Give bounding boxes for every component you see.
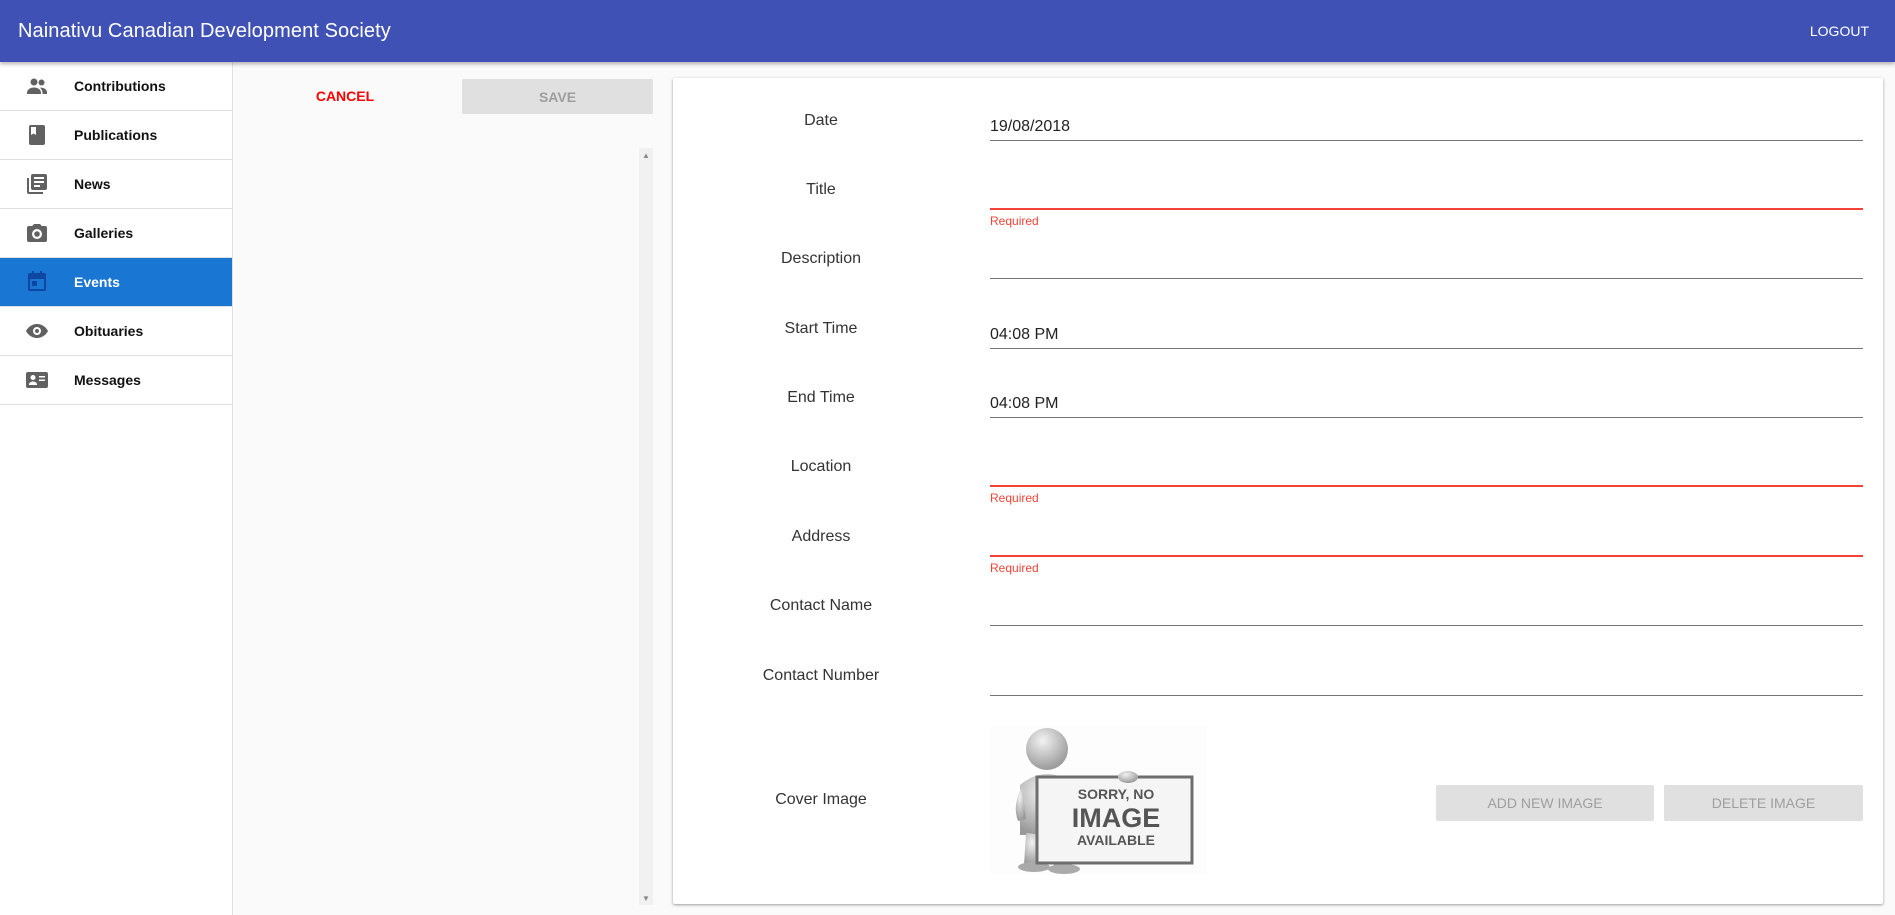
sidebar-item-label: Galleries [74,225,134,241]
scroll-down-arrow-icon[interactable]: ▼ [639,891,653,905]
sidebar-item-label: Events [74,274,120,290]
no-image-placeholder: SORRY, NO IMAGE AVAILABLE [990,725,1207,875]
description-row: Description [673,230,1883,290]
location-row: Location Required [673,438,1883,505]
contact-name-label: Contact Name [769,597,873,614]
camera-icon [0,221,74,245]
list-scrollbar[interactable]: ▲ ▼ [639,148,653,905]
scroll-up-arrow-icon[interactable]: ▲ [639,148,653,162]
sidebar-item-label: Contributions [74,78,166,94]
location-field[interactable] [990,453,1863,487]
location-label: Location [790,458,852,475]
event-form-card: Date Title Required Description Start Ti… [673,78,1883,904]
start-time-row: Start Time [673,300,1883,360]
contact-name-field[interactable] [990,592,1863,626]
cover-image-label: Cover Image [775,791,867,808]
location-error: Required [990,491,1039,505]
sidebar-item-label: News [74,176,111,192]
title-field[interactable] [990,176,1863,210]
address-label: Address [791,528,851,545]
contact-card-icon [0,368,74,392]
start-time-field[interactable] [990,315,1863,349]
start-time-label: Start Time [784,320,858,337]
title-row: Title Required [673,161,1883,228]
book-icon [0,123,74,147]
contact-number-label: Contact Number [762,667,880,684]
sidebar-item-messages[interactable]: Messages [0,356,232,405]
contact-number-row: Contact Number [673,647,1883,707]
title-error: Required [990,214,1039,228]
contact-name-row: Contact Name [673,577,1883,637]
no-image-line3: AVAILABLE [1077,832,1155,848]
contact-number-field[interactable] [990,662,1863,696]
description-field[interactable] [990,245,1863,279]
title-label: Title [806,181,836,198]
address-field[interactable] [990,523,1863,557]
end-time-field[interactable] [990,384,1863,418]
address-error: Required [990,561,1039,575]
description-label: Description [780,250,862,267]
eye-icon [0,319,74,343]
app-bar: Nainativu Canadian Development Society L… [0,0,1895,62]
logout-button[interactable]: LOGOUT [1802,15,1877,47]
sidebar: Contributions Publications News Gallerie… [0,62,233,915]
sidebar-item-galleries[interactable]: Galleries [0,209,232,258]
people-icon [0,74,74,98]
sidebar-item-label: Messages [74,372,141,388]
sidebar-item-contributions[interactable]: Contributions [0,62,232,111]
sidebar-item-label: Publications [74,127,158,143]
calendar-icon [0,270,74,294]
save-button[interactable]: SAVE [462,79,653,114]
end-time-row: End Time [673,369,1883,429]
end-time-label: End Time [787,389,855,406]
address-row: Address Required [673,508,1883,575]
sidebar-item-events[interactable]: Events [0,258,232,307]
no-image-line1: SORRY, NO [1078,786,1155,802]
delete-image-button[interactable]: DELETE IMAGE [1664,785,1863,821]
date-label: Date [804,112,838,129]
cancel-button[interactable]: CANCEL [294,79,396,113]
date-field[interactable] [990,107,1863,141]
sidebar-item-label: Obituaries [74,323,144,339]
no-image-line2: IMAGE [1072,803,1161,833]
sidebar-item-obituaries[interactable]: Obituaries [0,307,232,356]
date-row: Date [673,92,1883,152]
app-title: Nainativu Canadian Development Society [18,19,391,42]
add-new-image-button[interactable]: ADD NEW IMAGE [1436,785,1654,821]
sidebar-item-publications[interactable]: Publications [0,111,232,160]
sidebar-item-news[interactable]: News [0,160,232,209]
news-icon [0,172,74,196]
